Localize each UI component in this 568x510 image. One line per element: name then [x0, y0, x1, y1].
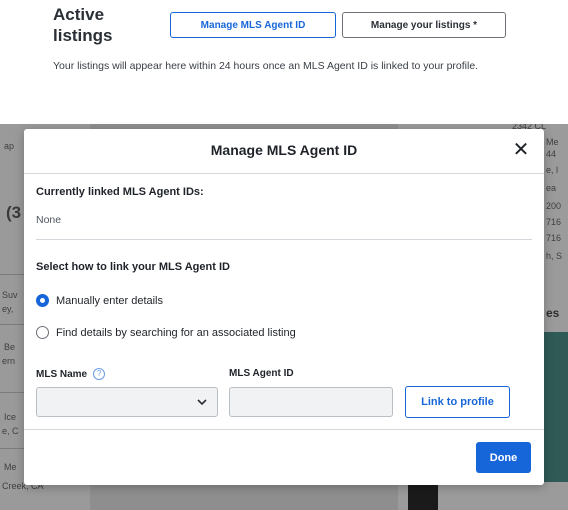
manage-mls-agent-id-button[interactable]: Manage MLS Agent ID — [170, 12, 336, 38]
header-divider — [24, 173, 544, 174]
background-text: ea — [546, 183, 557, 193]
background-divider — [0, 448, 24, 449]
mls-name-label: MLS Name ? — [36, 368, 106, 380]
radio-label: Find details by searching for an associa… — [56, 326, 296, 339]
radio-manual-entry[interactable]: Manually enter details — [36, 294, 163, 307]
background-text: ern — [2, 356, 16, 366]
close-icon[interactable]: ✕ — [510, 139, 532, 161]
background-text: 44 — [546, 149, 557, 159]
background-text: es — [546, 306, 560, 320]
mls-name-label-text: MLS Name — [36, 368, 88, 380]
mls-agent-id-label: MLS Agent ID — [229, 368, 294, 379]
help-icon[interactable]: ? — [93, 368, 106, 380]
listings-info-text: Your listings will appear here within 24… — [53, 60, 479, 72]
done-button[interactable]: Done — [476, 442, 531, 473]
background-text: h, S — [546, 251, 563, 261]
background-text: Ice — [4, 412, 17, 422]
background-text: e, C — [2, 426, 19, 436]
manage-listings-button[interactable]: Manage your listings * — [342, 12, 506, 38]
background-divider — [0, 392, 24, 393]
background-text: ey, — [2, 304, 14, 314]
background-divider — [0, 324, 24, 325]
radio-button-selected[interactable] — [36, 294, 49, 307]
radio-search-listing[interactable]: Find details by searching for an associa… — [36, 326, 296, 339]
mls-name-select[interactable] — [36, 387, 218, 417]
radio-button[interactable] — [36, 326, 49, 339]
background-text: 716 — [546, 233, 562, 243]
background-text: Me — [546, 137, 559, 147]
linked-ids-value: None — [36, 214, 62, 226]
radio-label: Manually enter details — [56, 294, 164, 307]
footer-divider — [24, 429, 544, 430]
manage-mls-agent-id-modal: Manage MLS Agent ID ✕ Currently linked M… — [24, 129, 544, 485]
background-text: 716 — [546, 217, 562, 227]
section-title: Active listings — [53, 5, 113, 45]
section-divider — [36, 239, 532, 240]
linked-ids-label: Currently linked MLS Agent IDs: — [36, 186, 204, 198]
background-text: Suv — [2, 290, 18, 300]
background-text: (3 — [6, 203, 22, 222]
background-text: e, l — [546, 165, 559, 175]
background-text: 200 — [546, 201, 562, 211]
mls-agent-id-input[interactable] — [229, 387, 393, 417]
background-text: Me — [4, 462, 17, 472]
link-to-profile-button[interactable]: Link to profile — [405, 386, 510, 418]
background-divider — [0, 274, 24, 275]
modal-title: Manage MLS Agent ID — [210, 142, 358, 158]
link-method-label: Select how to link your MLS Agent ID — [36, 261, 230, 273]
background-text: ap — [4, 141, 15, 151]
background-text: Be — [4, 342, 16, 352]
chevron-down-icon — [197, 399, 207, 406]
